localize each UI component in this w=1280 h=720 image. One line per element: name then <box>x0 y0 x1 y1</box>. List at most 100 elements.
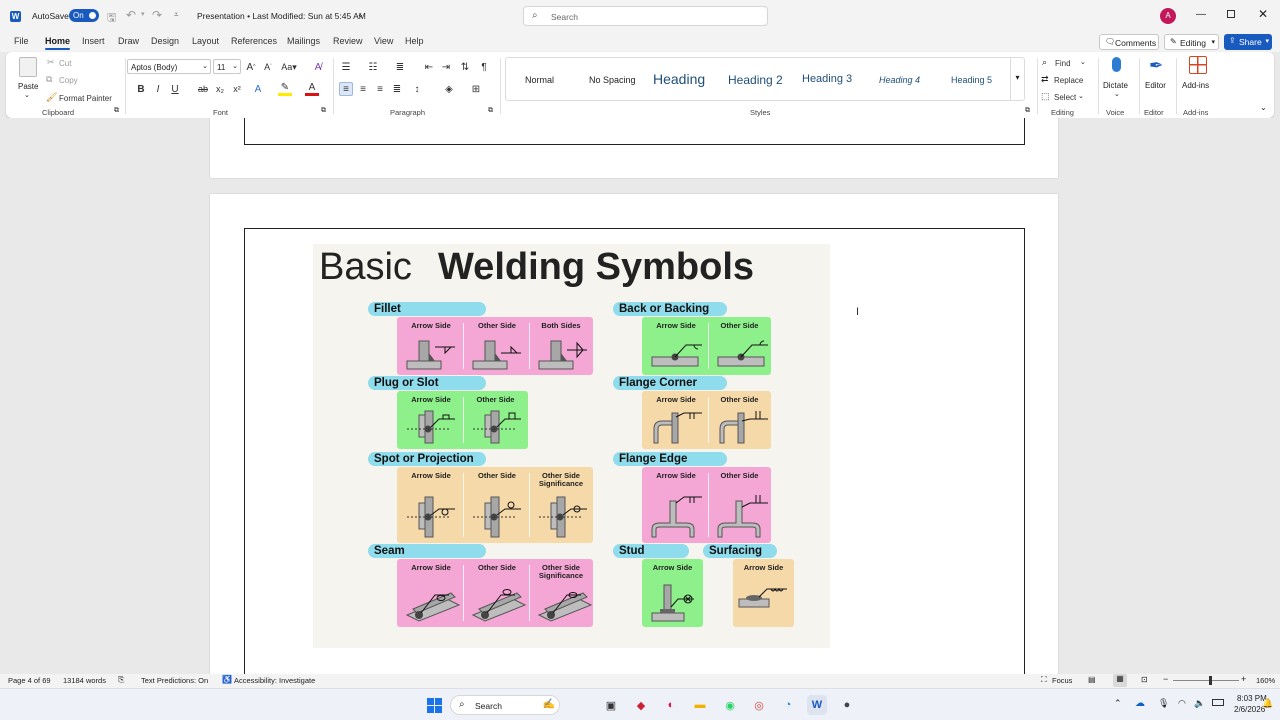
font-size-select[interactable]: 11 ⌄ <box>213 59 241 74</box>
whatsapp-icon[interactable]: ◉ <box>720 695 740 715</box>
style-heading-5[interactable]: Heading 5 <box>951 75 992 85</box>
font-color-icon[interactable]: A <box>305 82 319 96</box>
tab-mailings[interactable]: Mailings <box>287 36 320 46</box>
dialog-launcher-icon[interactable]: ⧉ <box>114 107 119 115</box>
justify-icon[interactable]: ≣ <box>390 82 404 96</box>
page-count[interactable]: Page 4 of 69 <box>8 676 51 685</box>
chevron-down-icon[interactable]: ⌄ <box>1078 92 1084 100</box>
file-explorer-icon[interactable]: ▬ <box>690 695 710 715</box>
minimize-icon[interactable]: — <box>1196 9 1206 20</box>
collapse-ribbon-icon[interactable]: ⌄ <box>1260 103 1267 112</box>
font-family-select[interactable]: Aptos (Body) ⌄ <box>127 59 211 74</box>
grow-font-icon[interactable]: A ^ <box>244 60 258 74</box>
zoom-slider-thumb[interactable] <box>1209 676 1212 685</box>
word-count[interactable]: 13184 words <box>63 676 106 685</box>
task-view-icon[interactable]: ▣ <box>601 695 621 715</box>
start-windows-icon[interactable] <box>424 695 444 715</box>
undo-dropdown-icon[interactable]: ▾ <box>141 10 145 18</box>
search-box[interactable]: ⌕ Search <box>523 6 768 26</box>
subscript-icon[interactable]: x₂ <box>213 82 227 96</box>
focus-button[interactable]: Focus <box>1052 676 1072 685</box>
copy-label[interactable]: Copy <box>59 76 78 85</box>
taskbar-search[interactable]: ⌕ Search ✍ <box>450 695 560 715</box>
avatar[interactable]: A <box>1160 8 1176 24</box>
find-label[interactable]: Find <box>1055 59 1071 68</box>
mic-icon[interactable]: 🎙 <box>1158 698 1169 709</box>
style-heading-2[interactable]: Heading 2 <box>728 73 783 87</box>
decrease-indent-icon[interactable]: ⇤ <box>422 60 436 74</box>
document-title[interactable]: Presentation • Last Modified: Sun at 5:4… <box>197 11 366 21</box>
highlight-icon[interactable]: ✎ <box>278 82 292 96</box>
style-no-spacing[interactable]: No Spacing <box>589 75 636 85</box>
copy-icon[interactable]: ⧉ <box>46 74 52 85</box>
show-formatting-icon[interactable]: ¶ <box>477 60 491 74</box>
borders-icon[interactable]: ⊞ <box>469 82 483 96</box>
customize-toolbar-icon[interactable]: ⩡ <box>174 10 179 20</box>
comments-button[interactable]: 🗨 Comments <box>1099 34 1159 50</box>
word-app-icon[interactable]: W <box>10 11 21 22</box>
onedrive-icon[interactable]: ☁ <box>1135 698 1145 709</box>
style-heading-4[interactable]: Heading 4 <box>879 75 920 85</box>
share-button[interactable]: ⇪ Share ▾ <box>1224 34 1272 50</box>
underline-icon[interactable]: U <box>168 82 182 96</box>
tab-review[interactable]: Review <box>333 36 363 46</box>
style-heading-3[interactable]: Heading 3 <box>802 73 852 85</box>
bullets-icon[interactable]: ☰ <box>339 60 353 74</box>
select-label[interactable]: Select <box>1054 93 1076 102</box>
print-layout-icon[interactable]: ▦ <box>1113 674 1127 687</box>
document-canvas[interactable]: I Basic Welding Symbols Fillet Arrow Sid… <box>0 118 1280 674</box>
text-predictions[interactable]: Text Predictions: On <box>141 676 208 685</box>
clear-formatting-icon[interactable]: A̸ <box>311 60 325 74</box>
edge-icon[interactable]: ◔ <box>778 695 798 715</box>
clock-date[interactable]: 2/6/2026 <box>1234 705 1265 714</box>
chevron-up-icon[interactable]: ⌃ <box>1114 698 1122 709</box>
align-center-icon[interactable]: ≡ <box>356 82 370 96</box>
tab-layout[interactable]: Layout <box>192 36 219 46</box>
shrink-font-icon[interactable]: Aˇ <box>261 60 275 74</box>
accessibility-icon[interactable]: ♿ <box>222 675 232 684</box>
dialog-launcher-icon[interactable]: ⧉ <box>321 107 326 115</box>
numbering-icon[interactable]: ☷ <box>366 60 380 74</box>
align-right-icon[interactable]: ≡ <box>373 82 387 96</box>
redo-icon[interactable]: ↷ <box>152 8 162 22</box>
tab-references[interactable]: References <box>231 36 277 46</box>
replace-icon[interactable]: ⇄ <box>1041 74 1049 85</box>
style-heading[interactable]: Heading <box>653 71 705 87</box>
strikethrough-icon[interactable]: ab <box>196 82 210 96</box>
notification-icon[interactable]: 🔔 <box>1262 698 1273 709</box>
volume-icon[interactable]: 🔈 <box>1194 698 1205 709</box>
find-icon[interactable]: ⌕ <box>1042 57 1047 68</box>
line-spacing-icon[interactable]: ↕ <box>410 82 424 96</box>
restore-icon[interactable] <box>1227 10 1235 18</box>
tab-file[interactable]: File <box>14 36 29 46</box>
styles-more-icon[interactable]: ▾ <box>1010 58 1024 100</box>
change-case-icon[interactable]: Aa▾ <box>281 60 297 74</box>
dialog-launcher-icon[interactable]: ⧉ <box>488 107 493 115</box>
paste-button[interactable]: Paste ⌄ <box>14 57 42 101</box>
select-icon[interactable]: ⬚ <box>1041 91 1050 102</box>
cut-icon[interactable]: ✂ <box>47 57 55 68</box>
align-left-icon[interactable]: ≡ <box>339 82 353 96</box>
tab-design[interactable]: Design <box>151 36 179 46</box>
sort-icon[interactable]: ⇅ <box>458 60 472 74</box>
chevron-down-icon[interactable]: ⌄ <box>1080 58 1086 66</box>
autosave-toggle[interactable]: On <box>69 9 99 22</box>
app-icon[interactable]: ● <box>837 695 857 715</box>
style-normal[interactable]: Normal <box>525 75 554 85</box>
proofing-icon[interactable]: ⎘ <box>118 675 124 685</box>
zoom-in-icon[interactable]: + <box>1241 674 1246 684</box>
welding-symbols-image[interactable]: Basic Welding Symbols Fillet Arrow Side … <box>313 244 830 648</box>
text-effects-icon[interactable]: A <box>251 82 265 96</box>
multilevel-list-icon[interactable]: ≣ <box>393 60 407 74</box>
format-painter-label[interactable]: Format Painter <box>59 94 112 103</box>
wifi-icon[interactable]: ◠ <box>1178 698 1186 709</box>
tab-home[interactable]: Home <box>45 36 71 50</box>
undo-icon[interactable]: ↶ <box>126 8 136 22</box>
dictate-button[interactable]: Dictate ⌄ <box>1102 56 1132 100</box>
add-ins-button[interactable]: Add-ins <box>1180 56 1216 100</box>
close-icon[interactable]: ✕ <box>1258 7 1268 21</box>
zoom-out-icon[interactable]: − <box>1163 674 1168 684</box>
tab-insert[interactable]: Insert <box>82 36 105 46</box>
format-painter-icon[interactable]: 🖌 <box>46 92 57 103</box>
tab-help[interactable]: Help <box>405 36 424 46</box>
